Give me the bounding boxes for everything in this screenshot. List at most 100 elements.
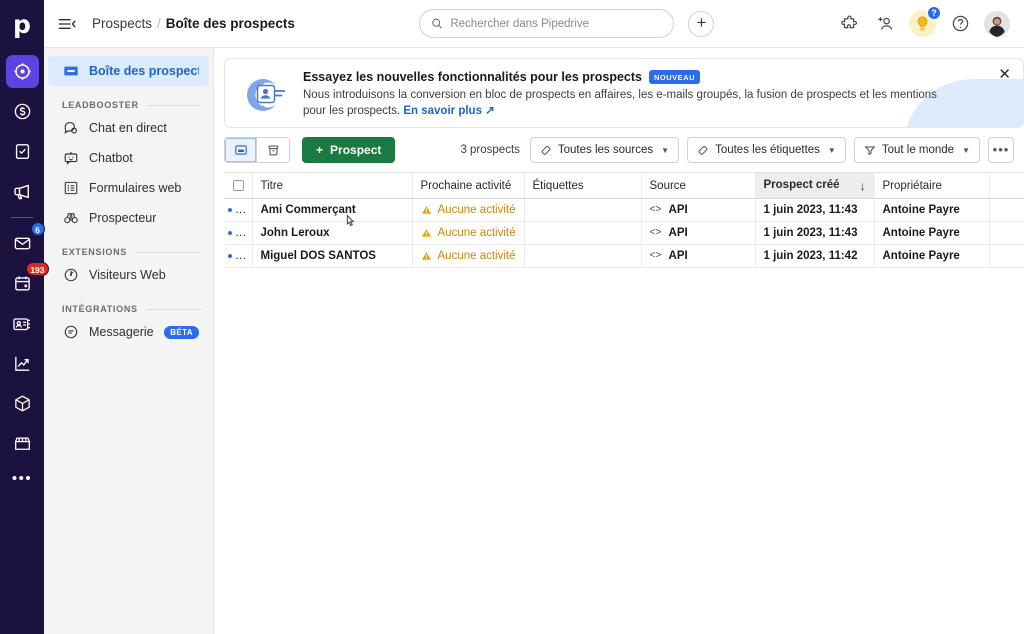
cell-title[interactable]: Ami Commerçant <box>252 198 413 222</box>
select-all-header[interactable] <box>224 172 253 199</box>
column-header-labels[interactable]: Étiquettes <box>524 172 642 199</box>
sidebar-group-title: LEADBOOSTER <box>62 100 139 110</box>
table-header-row: Titre Prochaine activité Étiquettes Sour… <box>224 172 1024 199</box>
group-divider <box>145 308 201 310</box>
global-search[interactable] <box>419 9 675 38</box>
column-label: Titre <box>260 179 284 192</box>
rail-item-marketplace[interactable] <box>6 427 39 460</box>
user-avatar[interactable] <box>984 10 1010 37</box>
cell-labels <box>524 244 642 268</box>
cell-created: 1 juin 2023, 11:43 <box>755 221 875 245</box>
beta-badge: BÉTA <box>164 325 199 339</box>
help-circle-icon[interactable] <box>949 13 971 35</box>
source-value: <> API <box>650 250 747 262</box>
help-notification-badge: ? <box>927 6 941 20</box>
sidebar-item-web-forms[interactable]: Formulaires web <box>48 173 209 203</box>
learn-more-link[interactable]: En savoir plus ↗ <box>403 105 494 117</box>
sidebar-item-prospector[interactable]: Prospecteur <box>48 203 209 233</box>
rail-item-leads[interactable] <box>5 55 39 88</box>
view-switcher <box>224 137 290 163</box>
filter-owner-button[interactable]: Tout le monde ▼ <box>853 137 980 163</box>
filter-labels-button[interactable]: Toutes les étiquettes ▼ <box>687 137 846 163</box>
toolbar-overflow-button[interactable]: ••• <box>988 137 1014 163</box>
header-icon-group: ? <box>839 6 1010 37</box>
rail-item-campaigns[interactable] <box>6 175 39 208</box>
box-icon <box>14 395 30 412</box>
megaphone-icon <box>14 184 29 199</box>
column-header-title[interactable]: Titre <box>252 172 413 199</box>
source-label: API <box>668 204 688 216</box>
lightbulb-icon[interactable]: ? <box>909 6 941 37</box>
sidebar-item-messaging[interactable]: Messageries BÉTA <box>48 317 209 347</box>
filter-sources-button[interactable]: Toutes les sources ▼ <box>529 137 680 163</box>
filter-label: Toutes les étiquettes <box>715 144 820 156</box>
column-header-source[interactable]: Source <box>641 172 756 199</box>
close-icon[interactable]: ✕ <box>998 67 1011 82</box>
rail-item-activities[interactable] <box>6 135 39 168</box>
rail-more-button[interactable]: ••• <box>12 471 32 486</box>
hamburger-collapse-icon[interactable] <box>58 17 80 31</box>
banner-title: Essayez les nouvelles fonctionnalités po… <box>303 70 643 84</box>
inbox-icon <box>62 63 79 79</box>
banner-description: Nous introduisons la conversion en bloc … <box>303 87 943 119</box>
prospects-table-wrapper: Titre Prochaine activité Étiquettes Sour… <box>224 172 1024 634</box>
cell-source: <> API <box>641 221 756 245</box>
table-row[interactable]: Ami Commerçant Aucune activité <> API 1 … <box>224 198 1024 222</box>
select-all-checkbox[interactable] <box>233 179 244 191</box>
sidebar-group-integrations: INTÉGRATIONS <box>44 304 213 314</box>
sidebar-group-title: EXTENSIONS <box>62 247 128 257</box>
banner-text: Essayez les nouvelles fonctionnalités po… <box>303 69 943 119</box>
calendar-icon <box>14 276 30 291</box>
sidebar-item-chatbot[interactable]: Chatbot <box>48 143 209 173</box>
prospect-count: 3 prospects <box>460 144 520 156</box>
rail-item-products[interactable] <box>6 387 39 420</box>
pipedrive-logo[interactable]: p <box>0 4 44 48</box>
view-inbox-button[interactable] <box>225 138 257 162</box>
column-label: Étiquettes <box>532 179 584 192</box>
cell-title[interactable]: Miguel DOS SANTOS <box>252 244 413 268</box>
column-header-owner[interactable]: Propriétaire <box>874 172 990 199</box>
unread-dot <box>228 207 232 212</box>
column-label: Propriétaire <box>882 179 942 192</box>
list-form-icon <box>62 180 79 196</box>
add-prospect-button[interactable]: + Prospect <box>302 137 396 163</box>
no-activity-status: Aucune activité <box>421 227 516 239</box>
rail-item-calendar[interactable]: 193 <box>6 262 49 300</box>
view-archive-button[interactable] <box>257 138 289 162</box>
sidebar-item-live-chat[interactable]: Chat en direct <box>48 113 209 143</box>
breadcrumb-parent[interactable]: Prospects <box>92 16 152 31</box>
rail-item-mail[interactable]: 6 <box>6 222 45 260</box>
app-window: p 6 193 ••• Prospects / Boîte des prospe… <box>0 0 1024 634</box>
row-select-cell[interactable] <box>224 198 253 222</box>
inbox-view-icon <box>234 145 247 155</box>
column-header-next-activity[interactable]: Prochaine activité <box>412 172 525 199</box>
sidebar-item-label: Boîte des prospects <box>89 64 199 78</box>
prospect-inbox-content: Essayez les nouvelles fonctionnalités po… <box>214 48 1024 634</box>
row-select-cell[interactable] <box>224 221 253 245</box>
clipboard-check-icon <box>15 144 29 159</box>
source-label: API <box>668 227 688 239</box>
cell-labels <box>524 221 642 245</box>
table-row[interactable]: John Leroux Aucune activité <> API 1 jui… <box>224 221 1024 245</box>
plus-icon: + <box>316 143 324 157</box>
sidebar-item-web-visitors[interactable]: Visiteurs Web <box>48 260 209 290</box>
cell-next-activity: Aucune activité <box>412 221 525 245</box>
rail-item-contacts[interactable] <box>6 307 39 340</box>
add-user-icon[interactable] <box>874 13 896 35</box>
top-header-bar: Prospects / Boîte des prospects + <box>44 0 1024 48</box>
table-row[interactable]: Miguel DOS SANTOS Aucune activité <> API… <box>224 244 1024 268</box>
cell-owner: Antoine Payre <box>874 244 990 268</box>
cell-title[interactable]: John Leroux <box>252 221 413 245</box>
rail-item-deals[interactable] <box>6 95 39 128</box>
lead-person-target-illustration <box>239 69 291 121</box>
sidebar-item-label: Messageries <box>89 325 155 339</box>
content-body: Boîte des prospects LEADBOOSTER Chat en … <box>44 48 1024 634</box>
search-input[interactable] <box>450 17 663 30</box>
sidebar-item-leads-inbox[interactable]: Boîte des prospects <box>48 56 209 86</box>
quick-add-button[interactable]: + <box>688 10 715 37</box>
column-header-created[interactable]: Prospect créé ↓ <box>755 172 875 199</box>
row-select-cell[interactable] <box>224 244 253 268</box>
puzzle-icon[interactable] <box>839 13 861 35</box>
add-prospect-label: Prospect <box>330 143 382 157</box>
rail-item-insights[interactable] <box>6 347 39 380</box>
